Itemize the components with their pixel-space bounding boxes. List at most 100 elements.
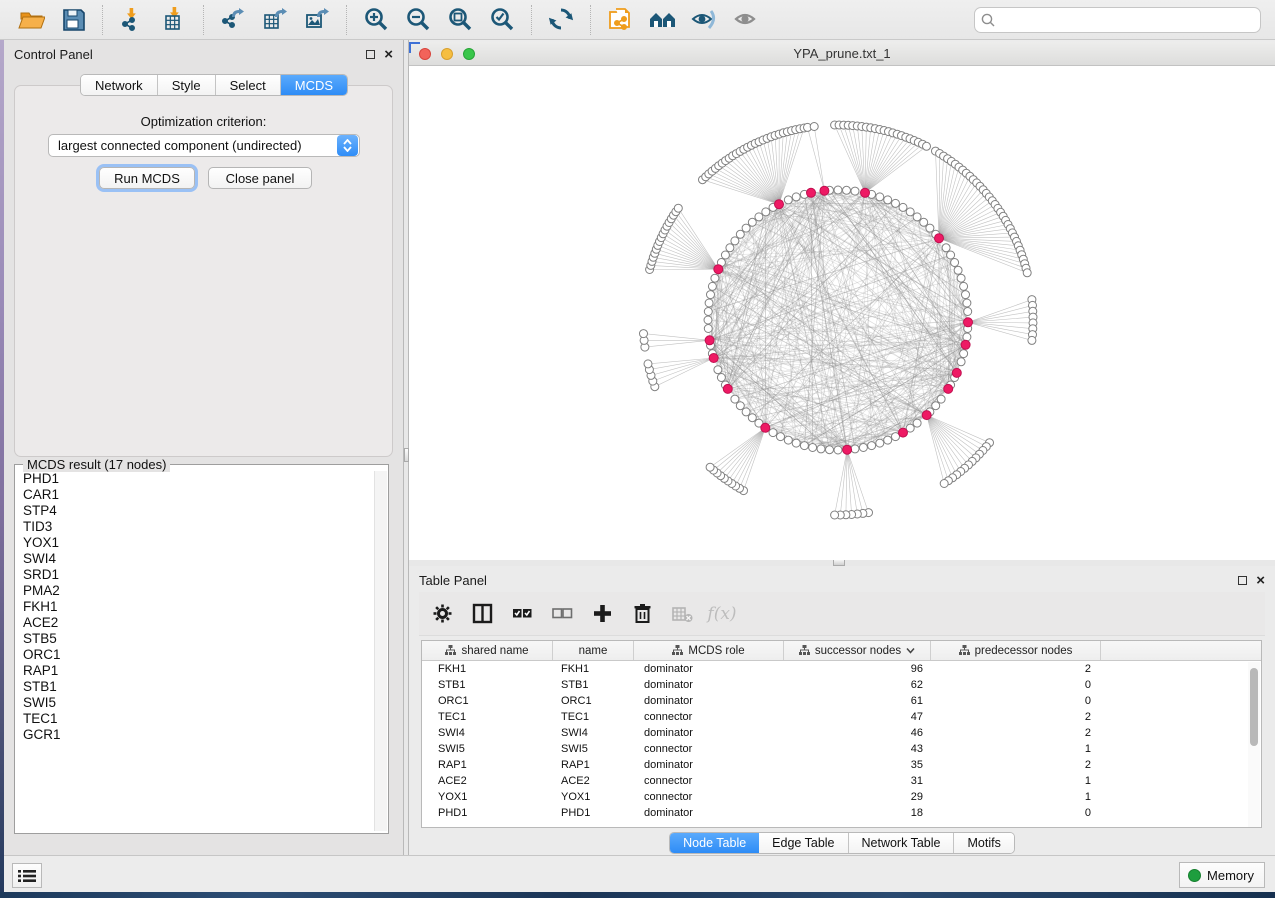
list-icon xyxy=(18,869,36,883)
mcds-result-item[interactable]: ORC1 xyxy=(16,647,374,663)
import-table-button[interactable] xyxy=(153,3,195,37)
mcds-result-item[interactable]: TID3 xyxy=(16,519,374,535)
cell-successor_nodes: 31 xyxy=(784,773,931,789)
tab-network[interactable]: Network xyxy=(81,75,158,95)
deselect-all-rows-button[interactable] xyxy=(549,601,575,627)
mcds-result-item[interactable]: SWI4 xyxy=(16,551,374,567)
tab-select[interactable]: Select xyxy=(216,75,281,95)
network-window-titlebar[interactable]: YPA_prune.txt_1 xyxy=(409,42,1275,66)
table-row[interactable]: SWI5SWI5connector431 xyxy=(422,741,1261,757)
mcds-result-item[interactable]: STP4 xyxy=(16,503,374,519)
task-history-button[interactable] xyxy=(12,863,42,888)
float-table-panel-icon[interactable] xyxy=(1238,576,1247,585)
table-row[interactable]: RAP1RAP1dominator352 xyxy=(422,757,1261,773)
tab-motifs[interactable]: Motifs xyxy=(954,833,1013,853)
float-panel-icon[interactable] xyxy=(366,50,375,59)
mcds-result-item[interactable]: PHD1 xyxy=(16,471,374,487)
refresh-view-button[interactable] xyxy=(540,3,582,37)
close-table-panel-icon[interactable]: × xyxy=(1256,576,1265,585)
tab-style[interactable]: Style xyxy=(158,75,216,95)
column-header-successor-nodes[interactable]: successor nodes xyxy=(784,641,931,660)
column-label: MCDS role xyxy=(688,645,744,657)
memory-button[interactable]: Memory xyxy=(1179,862,1265,888)
control-panel-title: Control Panel xyxy=(14,47,93,62)
close-panel-button[interactable]: Close panel xyxy=(208,167,312,189)
search-box xyxy=(974,7,1261,33)
tab-edge-table[interactable]: Edge Table xyxy=(759,833,848,853)
tab-node-table[interactable]: Node Table xyxy=(670,833,759,853)
run-mcds-button[interactable]: Run MCDS xyxy=(99,167,195,189)
mcds-result-item[interactable]: TEC1 xyxy=(16,711,374,727)
table-settings-icon xyxy=(432,603,453,624)
zoom-in-button[interactable] xyxy=(355,3,397,37)
mcds-result-item[interactable]: STB5 xyxy=(16,631,374,647)
mcds-result-item[interactable]: PMA2 xyxy=(16,583,374,599)
mcds-result-item[interactable]: RAP1 xyxy=(16,663,374,679)
save-session-button[interactable] xyxy=(52,3,94,37)
table-row[interactable]: TEC1TEC1connector472 xyxy=(422,709,1261,725)
mcds-result-item[interactable]: YOX1 xyxy=(16,535,374,551)
first-neighbors-button[interactable] xyxy=(641,3,683,37)
network-window: YPA_prune.txt_1 xyxy=(409,42,1275,560)
show-all-button[interactable] xyxy=(725,3,767,37)
mcds-result-item[interactable]: FKH1 xyxy=(16,599,374,615)
tab-network-table[interactable]: Network Table xyxy=(849,833,955,853)
search-input[interactable] xyxy=(974,7,1261,33)
memory-label: Memory xyxy=(1207,868,1254,883)
cell-shared_name: FKH1 xyxy=(422,661,553,677)
zoom-out-button[interactable] xyxy=(397,3,439,37)
export-image-button[interactable] xyxy=(296,3,338,37)
cell-shared_name: TEC1 xyxy=(422,709,553,725)
toolbar-separator xyxy=(590,5,591,35)
table-row[interactable]: SWI4SWI4dominator462 xyxy=(422,725,1261,741)
mcds-result-item[interactable]: ACE2 xyxy=(16,615,374,631)
open-file-button[interactable] xyxy=(10,3,52,37)
cell-shared_name: PHD1 xyxy=(422,805,553,821)
refresh-view-icon xyxy=(548,7,575,32)
column-header-shared-name[interactable]: shared name xyxy=(422,641,553,660)
cell-shared_name: SWI5 xyxy=(422,741,553,757)
select-all-rows-button[interactable] xyxy=(509,601,535,627)
toggle-columns-button[interactable] xyxy=(469,601,495,627)
cell-predecessor_nodes: 1 xyxy=(931,741,1101,757)
table-panel-title: Table Panel xyxy=(419,573,487,588)
mcds-result-item[interactable]: SRD1 xyxy=(16,567,374,583)
mcds-list-scrollbar[interactable] xyxy=(374,471,387,831)
sort-desc-icon xyxy=(906,647,915,654)
hide-selected-button[interactable] xyxy=(683,3,725,37)
table-row[interactable]: PHD1PHD1dominator180 xyxy=(422,805,1261,821)
delete-column-button[interactable] xyxy=(629,601,655,627)
table-row[interactable]: YOX1YOX1connector291 xyxy=(422,789,1261,805)
search-icon xyxy=(981,13,995,27)
import-network-button[interactable] xyxy=(111,3,153,37)
optimization-criterion-label: Optimization criterion: xyxy=(15,114,392,129)
mcds-result-item[interactable]: STB1 xyxy=(16,679,374,695)
cell-predecessor_nodes: 0 xyxy=(931,805,1101,821)
column-header-name[interactable]: name xyxy=(553,641,634,660)
column-header-predecessor-nodes[interactable]: predecessor nodes xyxy=(931,641,1101,660)
close-panel-icon[interactable]: × xyxy=(384,50,393,59)
add-column-button[interactable] xyxy=(589,601,615,627)
zoom-selected-button[interactable] xyxy=(481,3,523,37)
table-row[interactable]: FKH1FKH1dominator962 xyxy=(422,661,1261,677)
table-scrollbar[interactable] xyxy=(1248,662,1260,828)
export-table-button[interactable] xyxy=(254,3,296,37)
cell-successor_nodes: 62 xyxy=(784,677,931,693)
mcds-result-item[interactable]: SWI5 xyxy=(16,695,374,711)
table-scrollbar-thumb[interactable] xyxy=(1250,668,1258,746)
export-network-icon xyxy=(220,7,247,32)
tab-mcds[interactable]: MCDS xyxy=(281,75,347,95)
export-network-button[interactable] xyxy=(212,3,254,37)
delete-table-button xyxy=(669,601,695,627)
optimization-select[interactable]: largest connected component (undirected) xyxy=(48,134,360,157)
table-row[interactable]: ORC1ORC1dominator610 xyxy=(422,693,1261,709)
table-settings-button[interactable] xyxy=(429,601,455,627)
column-header-MCDS-role[interactable]: MCDS role xyxy=(634,641,784,660)
network-canvas[interactable] xyxy=(409,66,1275,560)
mcds-result-item[interactable]: GCR1 xyxy=(16,727,374,743)
clone-network-button[interactable] xyxy=(599,3,641,37)
zoom-fit-button[interactable] xyxy=(439,3,481,37)
table-row[interactable]: STB1STB1dominator620 xyxy=(422,677,1261,693)
mcds-result-item[interactable]: CAR1 xyxy=(16,487,374,503)
table-row[interactable]: ACE2ACE2connector311 xyxy=(422,773,1261,789)
